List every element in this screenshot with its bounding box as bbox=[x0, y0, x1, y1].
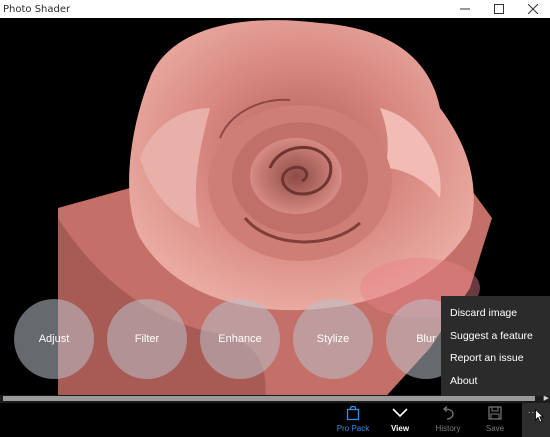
close-icon bbox=[528, 4, 538, 14]
menu-item-about[interactable]: About bbox=[441, 370, 550, 393]
tool-enhance-button[interactable]: Enhance bbox=[200, 299, 280, 379]
save-button[interactable]: Save bbox=[472, 404, 518, 436]
undo-icon bbox=[441, 404, 455, 422]
view-button[interactable]: View bbox=[377, 404, 423, 436]
mouse-cursor-icon bbox=[535, 409, 544, 423]
pro-pack-label: Pro Pack bbox=[336, 424, 370, 433]
tool-filter-button[interactable]: Filter bbox=[107, 299, 187, 379]
scrollbar-thumb[interactable] bbox=[3, 396, 535, 401]
maximize-icon bbox=[494, 4, 504, 14]
app-bar: Pro Pack View History Save bbox=[0, 403, 550, 437]
history-label: History bbox=[435, 424, 461, 433]
maximize-button[interactable] bbox=[482, 0, 516, 18]
save-icon bbox=[488, 404, 502, 422]
view-label: View bbox=[390, 424, 410, 433]
title-bar: Photo Shader bbox=[0, 0, 550, 18]
minimize-icon bbox=[460, 8, 470, 10]
history-button[interactable]: History bbox=[425, 404, 471, 436]
horizontal-scrollbar[interactable]: ▶ bbox=[0, 394, 550, 403]
context-menu: Discard image Suggest a feature Report a… bbox=[441, 296, 550, 396]
pro-pack-button[interactable]: Pro Pack bbox=[330, 404, 376, 436]
menu-item-report-issue[interactable]: Report an issue bbox=[441, 347, 550, 370]
minimize-button[interactable] bbox=[448, 0, 482, 18]
close-button[interactable] bbox=[516, 0, 550, 18]
tool-adjust-button[interactable]: Adjust bbox=[14, 299, 94, 379]
tool-stylize-button[interactable]: Stylize bbox=[293, 299, 373, 379]
chevron-down-icon bbox=[392, 404, 408, 422]
window-title: Photo Shader bbox=[3, 3, 71, 15]
menu-item-discard-image[interactable]: Discard image bbox=[441, 302, 550, 325]
bag-icon bbox=[346, 404, 360, 422]
window-controls bbox=[448, 0, 550, 18]
more-options-button[interactable]: ... bbox=[522, 403, 550, 437]
menu-item-suggest-feature[interactable]: Suggest a feature bbox=[441, 325, 550, 348]
save-label: Save bbox=[485, 424, 505, 433]
